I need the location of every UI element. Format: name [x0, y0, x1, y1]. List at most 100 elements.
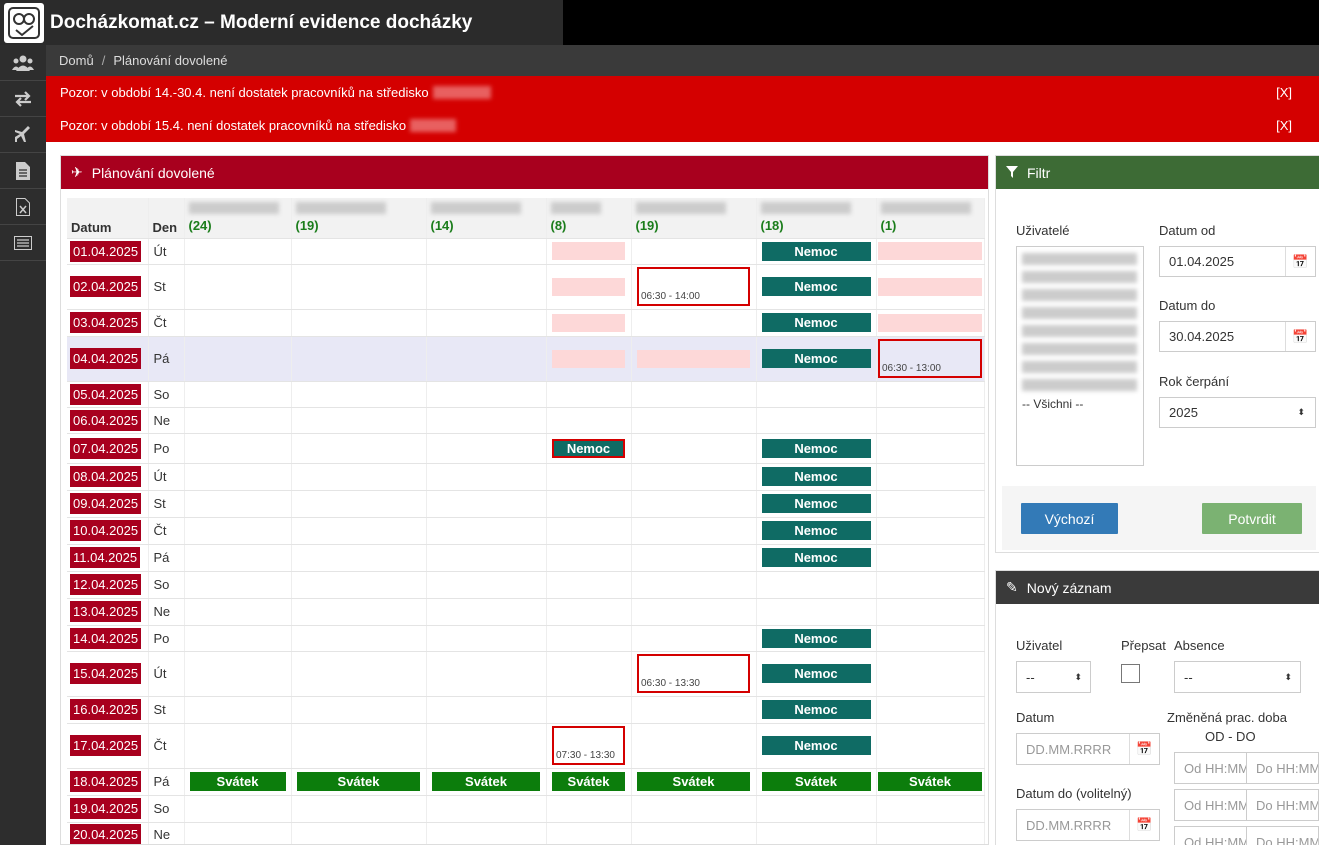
planner-cell[interactable]	[546, 407, 632, 434]
planner-cell[interactable]	[426, 696, 547, 724]
planner-cell[interactable]: Nemoc	[756, 651, 877, 697]
sick-leave-badge[interactable]: Nemoc	[761, 349, 871, 368]
planner-cell[interactable]	[426, 463, 547, 491]
planner-cell[interactable]: Nemoc	[756, 238, 877, 265]
planner-cell[interactable]	[876, 309, 985, 337]
planner-cell[interactable]	[291, 651, 427, 697]
planner-cell[interactable]	[631, 822, 757, 844]
sick-leave-badge[interactable]: Nemoc	[552, 438, 625, 458]
planner-cell[interactable]: Nemoc	[546, 433, 632, 464]
planned-vacation-marker[interactable]	[878, 277, 982, 296]
date-to-input[interactable]: 30.04.2025 📅	[1159, 321, 1316, 352]
planner-cell[interactable]: Svátek	[756, 768, 877, 796]
sidebar-item-excel[interactable]	[0, 189, 46, 225]
planner-cell[interactable]	[631, 571, 757, 599]
planner-cell[interactable]	[756, 381, 877, 408]
planner-cell[interactable]	[631, 433, 757, 464]
planner-cell[interactable]: Svátek	[291, 768, 427, 796]
planner-cell[interactable]	[546, 544, 632, 572]
planner-cell[interactable]	[291, 463, 427, 491]
planner-cell[interactable]	[291, 336, 427, 382]
planner-cell[interactable]	[876, 696, 985, 724]
planner-cell[interactable]	[876, 795, 985, 823]
planned-vacation-marker[interactable]	[552, 242, 625, 260]
planner-cell[interactable]	[426, 571, 547, 599]
planner-cell[interactable]	[756, 598, 877, 626]
planned-vacation-marker[interactable]	[878, 313, 982, 332]
holiday-badge[interactable]: Svátek	[189, 772, 286, 791]
planner-cell[interactable]	[426, 651, 547, 697]
planner-cell[interactable]	[546, 517, 632, 545]
planner-cell[interactable]	[876, 517, 985, 545]
planner-cell[interactable]	[876, 651, 985, 697]
sidebar-item-users[interactable]	[0, 45, 46, 81]
planner-cell[interactable]	[631, 544, 757, 572]
planner-cell[interactable]	[291, 696, 427, 724]
planner-cell[interactable]	[184, 696, 292, 724]
planner-cell[interactable]: Nemoc	[756, 463, 877, 491]
planner-cell[interactable]	[426, 264, 547, 310]
planner-cell[interactable]	[426, 723, 547, 769]
planner-cell[interactable]: 06:30 - 13:30	[631, 651, 757, 697]
planner-cell[interactable]	[426, 517, 547, 545]
planner-cell[interactable]	[546, 309, 632, 337]
planner-cell[interactable]	[291, 238, 427, 265]
absence-select[interactable]: -- ⬍	[1174, 661, 1301, 693]
users-listbox[interactable]: -- Všichni --	[1016, 246, 1144, 466]
calendar-icon[interactable]: 📅	[1129, 734, 1159, 764]
planner-cell[interactable]	[876, 598, 985, 626]
holiday-badge[interactable]: Svátek	[297, 772, 420, 791]
planner-cell[interactable]	[184, 544, 292, 572]
year-select[interactable]: 2025 ⬍	[1159, 397, 1316, 428]
planner-cell[interactable]	[426, 407, 547, 434]
planner-cell[interactable]: Nemoc	[756, 490, 877, 518]
planner-cell[interactable]	[184, 822, 292, 844]
planner-cell[interactable]	[631, 696, 757, 724]
planner-cell[interactable]	[291, 822, 427, 844]
planner-cell[interactable]: Nemoc	[756, 309, 877, 337]
planner-cell[interactable]	[546, 336, 632, 382]
sick-leave-badge[interactable]: Nemoc	[761, 277, 871, 296]
calendar-icon[interactable]: 📅	[1285, 322, 1315, 351]
calendar-icon[interactable]: 📅	[1129, 810, 1159, 840]
planner-cell[interactable]	[876, 625, 985, 652]
planned-vacation-marker[interactable]	[552, 277, 625, 296]
planner-cell[interactable]	[291, 571, 427, 599]
planner-cell[interactable]	[546, 822, 632, 844]
planner-cell[interactable]: Nemoc	[756, 336, 877, 382]
planner-cell[interactable]	[876, 544, 985, 572]
planner-cell[interactable]	[426, 238, 547, 265]
planner-cell[interactable]: 06:30 - 14:00	[631, 264, 757, 310]
planner-cell[interactable]	[426, 381, 547, 408]
sick-leave-badge[interactable]: Nemoc	[761, 241, 871, 261]
planner-cell[interactable]	[631, 517, 757, 545]
planner-cell[interactable]	[426, 309, 547, 337]
alert-close-button[interactable]: [X]	[1276, 118, 1292, 133]
planner-cell[interactable]	[426, 490, 547, 518]
planner-cell[interactable]	[184, 433, 292, 464]
planner-cell[interactable]	[291, 544, 427, 572]
planner-cell[interactable]	[631, 407, 757, 434]
sick-leave-badge[interactable]: Nemoc	[761, 628, 871, 648]
user-select[interactable]: -- ⬍	[1016, 661, 1091, 693]
planner-cell[interactable]	[291, 517, 427, 545]
planner-cell[interactable]: Svátek	[546, 768, 632, 796]
planner-cell[interactable]	[631, 463, 757, 491]
planner-cell[interactable]	[876, 433, 985, 464]
sidebar-item-documents[interactable]	[0, 153, 46, 189]
holiday-badge[interactable]: Svátek	[761, 772, 871, 791]
planner-cell[interactable]: 06:30 - 13:00	[876, 336, 985, 382]
sidebar-item-vacation[interactable]	[0, 117, 46, 153]
planner-cell[interactable]	[546, 795, 632, 823]
planner-cell[interactable]	[291, 264, 427, 310]
planner-cell[interactable]	[546, 598, 632, 626]
planner-cell[interactable]	[184, 336, 292, 382]
planner-cell[interactable]	[291, 723, 427, 769]
planner-cell[interactable]	[546, 238, 632, 265]
sick-leave-badge[interactable]: Nemoc	[761, 438, 871, 458]
planner-cell[interactable]	[426, 433, 547, 464]
planner-cell[interactable]	[184, 723, 292, 769]
planned-vacation-marker[interactable]	[637, 349, 750, 368]
planner-cell[interactable]	[546, 264, 632, 310]
planner-cell[interactable]: Nemoc	[756, 517, 877, 545]
